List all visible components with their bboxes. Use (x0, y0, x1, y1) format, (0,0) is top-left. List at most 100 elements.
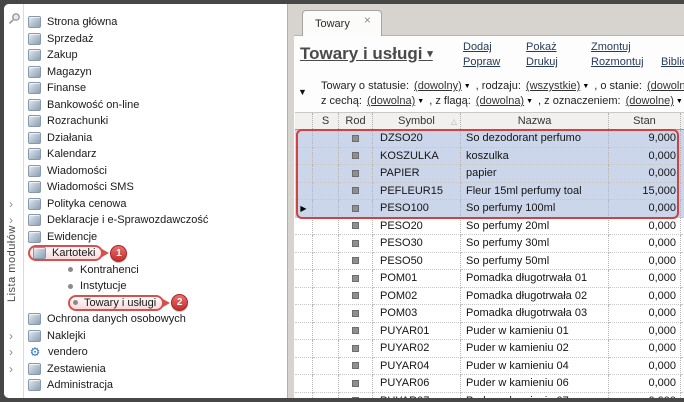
sidebar-item-działania[interactable]: Działania (26, 130, 287, 147)
rod-square-icon (352, 397, 359, 398)
sidebar-item-kartoteki[interactable]: Kartoteki 1 (26, 244, 287, 262)
expand-chevron-icon[interactable]: › (9, 363, 13, 375)
filter-caret-icon: ▼ (463, 83, 471, 90)
banking-icon (28, 98, 41, 111)
sidebar-item-finanse[interactable]: Finanse (26, 80, 287, 97)
stan-cell: 0,000 (609, 270, 681, 288)
expand-chevron-icon[interactable]: › (9, 198, 13, 210)
sidebar-item-ewidencje[interactable]: Ewidencje (26, 229, 287, 246)
sidebar-item-administracja[interactable]: Administracja (26, 377, 287, 394)
symbol-cell: POM01 (373, 270, 461, 288)
sidebar-item-sprzedaż[interactable]: Sprzedaż (26, 31, 287, 48)
row-indicator-cell (295, 235, 313, 253)
table-row-pom03[interactable]: POM03 Pomadka długotrwała 03 0,000 (295, 305, 684, 323)
filter-caret-icon: ▼ (582, 83, 590, 90)
sidebar-item-deklaracje-i-e-sprawozdawczość[interactable]: Deklaracje i e-Sprawozdawczość (26, 212, 287, 229)
sidebar-item-towary-i-usługi[interactable]: Towary i usługi 2 (26, 294, 287, 312)
sidebar-item-kontrahenci[interactable]: Kontrahenci (26, 262, 287, 279)
table-row-peso50[interactable]: PESO50 So perfumy 50ml 0,000 (295, 252, 684, 270)
nazwa-cell: So perfumy 50ml (461, 252, 609, 270)
action-link-rozmontuj[interactable]: Rozmontuj (591, 56, 661, 69)
table-row-dzso20[interactable]: DZSO20 So dezodorant perfumo 9,000 (295, 130, 684, 148)
stan-cell: 0,000 (609, 147, 681, 165)
pin-icon[interactable] (8, 12, 21, 30)
expand-chevron-icon[interactable]: › (9, 346, 13, 358)
table-row-peso20[interactable]: PESO20 So perfumy 20ml 0,000 (295, 217, 684, 235)
filter-link-wszystkie[interactable]: (wszystkie) (526, 80, 580, 92)
table-row-puyar02[interactable]: PUYAR02 Puder w kamieniu 02 0,000 (295, 340, 684, 358)
sidebar-item-zestawienia[interactable]: Zestawienia (26, 361, 287, 378)
sidebar-item-wiadomości-sms[interactable]: Wiadomości SMS (26, 179, 287, 196)
column-header-indicator[interactable] (295, 113, 313, 129)
sidebar-item-kalendarz[interactable]: Kalendarz (26, 146, 287, 163)
filter-link-dowolne[interactable]: (dowolne) (626, 95, 674, 107)
expand-chevron-icon[interactable]: › (9, 214, 13, 226)
sidebar-item-strona-główna[interactable]: Strona główna (26, 14, 287, 31)
symbol-cell: PESO30 (373, 235, 461, 253)
row-indicator-cell (295, 182, 313, 200)
row-indicator-cell: ▶ (295, 200, 313, 218)
sidebar-item-magazyn[interactable]: Magazyn (26, 64, 287, 81)
table-row-peso30[interactable]: PESO30 So perfumy 30ml 0,000 (295, 235, 684, 253)
sidebar-item-rozrachunki[interactable]: Rozrachunki (26, 113, 287, 130)
page-title-menu[interactable]: Towary i usługi ▾ (300, 44, 433, 64)
sidebar-item-polityka-cenowa[interactable]: Polityka cenowa (26, 196, 287, 213)
action-link-pokaż[interactable]: Pokaż (526, 41, 591, 54)
table-row-puyar01[interactable]: PUYAR01 Puder w kamieniu 01 0,000 (295, 322, 684, 340)
column-header-rod[interactable]: Rod (339, 113, 373, 129)
column-header-s[interactable]: S (313, 113, 339, 129)
title-dropdown-icon: ▾ (427, 48, 433, 60)
filter-link-dowolny[interactable]: (dowolny) (647, 80, 684, 92)
action-link-dodaj[interactable]: Dodaj (463, 41, 526, 54)
sidebar-item-vendero[interactable]: ⚙ vendero (26, 344, 287, 361)
nazwa-cell: koszulka (461, 147, 609, 165)
sidebar-item-instytucje[interactable]: Instytucje (26, 278, 287, 295)
sidebar-item-naklejki[interactable]: Naklejki (26, 328, 287, 345)
stan-cell: 0,000 (609, 305, 681, 323)
labels-icon (28, 329, 41, 342)
records-icon (28, 230, 41, 243)
tab-towary[interactable]: Towary × (302, 10, 382, 36)
rod-square-icon (352, 134, 359, 142)
tab-close-icon[interactable]: × (364, 14, 371, 26)
table-row-koszulka[interactable]: KOSZULKA koszulka 0,000 (295, 147, 684, 165)
symbol-cell: PESO20 (373, 217, 461, 235)
towary-content: Towary i usługi ▾ Dodaj Popraw Pokaż Drukuj… (294, 36, 684, 398)
table-row-puyar06[interactable]: PUYAR06 Puder w kamieniu 06 0,000 (295, 375, 684, 393)
sidebar-item-zakup[interactable]: Zakup (26, 47, 287, 64)
action-link-popraw[interactable]: Popraw (463, 56, 526, 69)
action-link-zmontuj[interactable]: Zmontuj (591, 41, 661, 54)
filter-link-dowolna[interactable]: (dowolna) (367, 95, 415, 107)
table-header-row: S Rod Symbol △ Nazwa Stan (295, 112, 684, 130)
rod-cell (339, 392, 373, 398)
table-row-peso100[interactable]: ▶ PESO100 So perfumy 100ml 0,000 (295, 200, 684, 218)
filter-collapse-icon[interactable]: ▼ (298, 87, 307, 97)
table-row-pefleur15[interactable]: PEFLEUR15 Fleur 15ml perfumy toal 15,000 (295, 182, 684, 200)
filter-link-dowolny[interactable]: (dowolny) (414, 80, 462, 92)
status-cell (313, 147, 339, 165)
table-row-puyar07[interactable]: PUYAR07Puder w kamieniu 070,000 (295, 392, 684, 398)
action-link-drukuj[interactable]: Drukuj (526, 56, 591, 69)
column-header-nazwa[interactable]: Nazwa (461, 113, 609, 129)
table-row-pom01[interactable]: POM01 Pomadka długotrwała 01 0,000 (295, 270, 684, 288)
sidebar-item-label: Strona główna (47, 16, 118, 29)
sidebar-item-ochrona-danych-osobowych[interactable]: Ochrona danych osobowych (26, 311, 287, 328)
sidebar-item-bankowość-on-line[interactable]: Bankowość on-line (26, 97, 287, 114)
column-header-stan[interactable]: Stan (609, 113, 681, 129)
symbol-cell: PAPIER (373, 165, 461, 183)
table-row-papier[interactable]: PAPIER papier 0,000 (295, 165, 684, 183)
table-row-pom02[interactable]: POM02 Pomadka długotrwała 02 0,000 (295, 287, 684, 305)
row-indicator-cell (295, 147, 313, 165)
status-cell (313, 165, 339, 183)
rod-square-icon (352, 222, 359, 230)
rod-square-icon (352, 362, 359, 370)
sidebar-item-label: Instytucje (80, 280, 127, 293)
sidebar-item-label: Zakup (47, 49, 78, 62)
expand-chevron-icon[interactable]: › (9, 330, 13, 342)
action-link-biblioteka[interactable]: Biblioteka (661, 56, 684, 69)
table-row-puyar04[interactable]: PUYAR04 Puder w kamieniu 04 0,000 (295, 357, 684, 375)
filter-link-dowolna[interactable]: (dowolna) (476, 95, 524, 107)
column-header-symbol[interactable]: Symbol △ (373, 113, 461, 129)
sidebar-item-wiadomości[interactable]: Wiadomości (26, 163, 287, 180)
nazwa-cell: Puder w kamieniu 01 (461, 322, 609, 340)
